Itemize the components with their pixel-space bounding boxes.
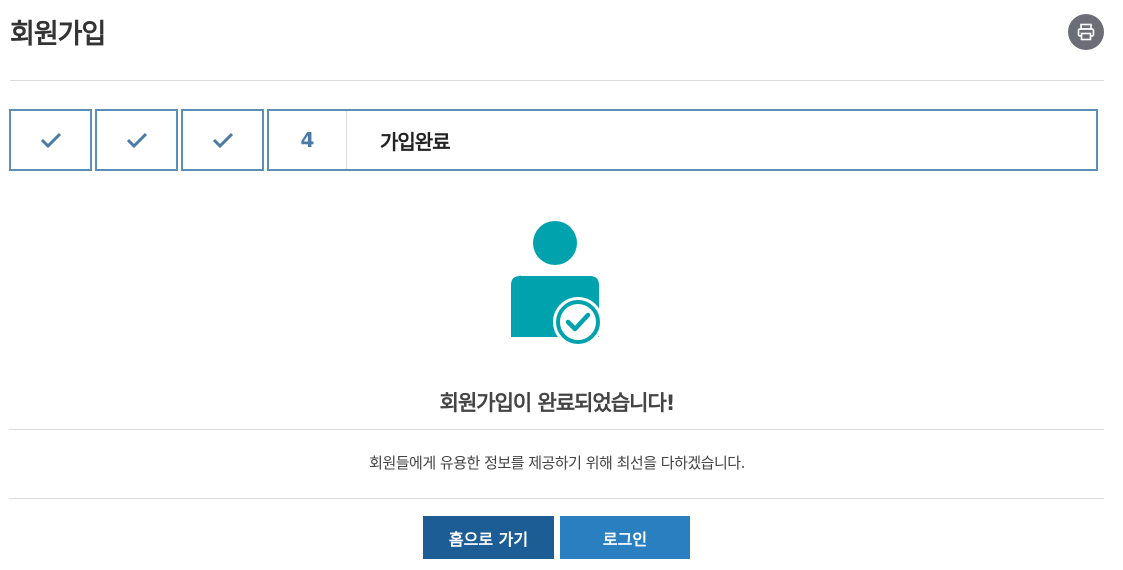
step-3-completed [181, 109, 264, 171]
page-header: 회원가입 [10, 0, 1104, 81]
signup-steps: 4 가입완료 [9, 109, 1099, 171]
page-title: 회원가입 [10, 19, 106, 50]
step-2-completed [95, 109, 178, 171]
completion-message: 회원가입이 완료되었습니다! [439, 391, 676, 415]
check-icon [40, 132, 61, 148]
step-4-current: 4 가입완료 [267, 109, 1098, 171]
divider [9, 498, 1104, 499]
user-check-icon [511, 221, 603, 347]
check-icon [212, 132, 233, 148]
login-button[interactable]: 로그인 [560, 516, 690, 559]
step-1-completed [9, 109, 92, 171]
print-button[interactable] [1068, 14, 1104, 50]
completion-sub-message: 회원들에게 유용한 정보를 제공하기 위해 최선을 다하겠습니다. [369, 454, 745, 472]
step-label: 가입완료 [380, 129, 451, 154]
check-icon [126, 132, 147, 148]
printer-icon [1077, 23, 1095, 41]
home-button[interactable]: 홈으로 가기 [423, 516, 554, 559]
divider [9, 429, 1104, 430]
step-number: 4 [269, 111, 347, 169]
